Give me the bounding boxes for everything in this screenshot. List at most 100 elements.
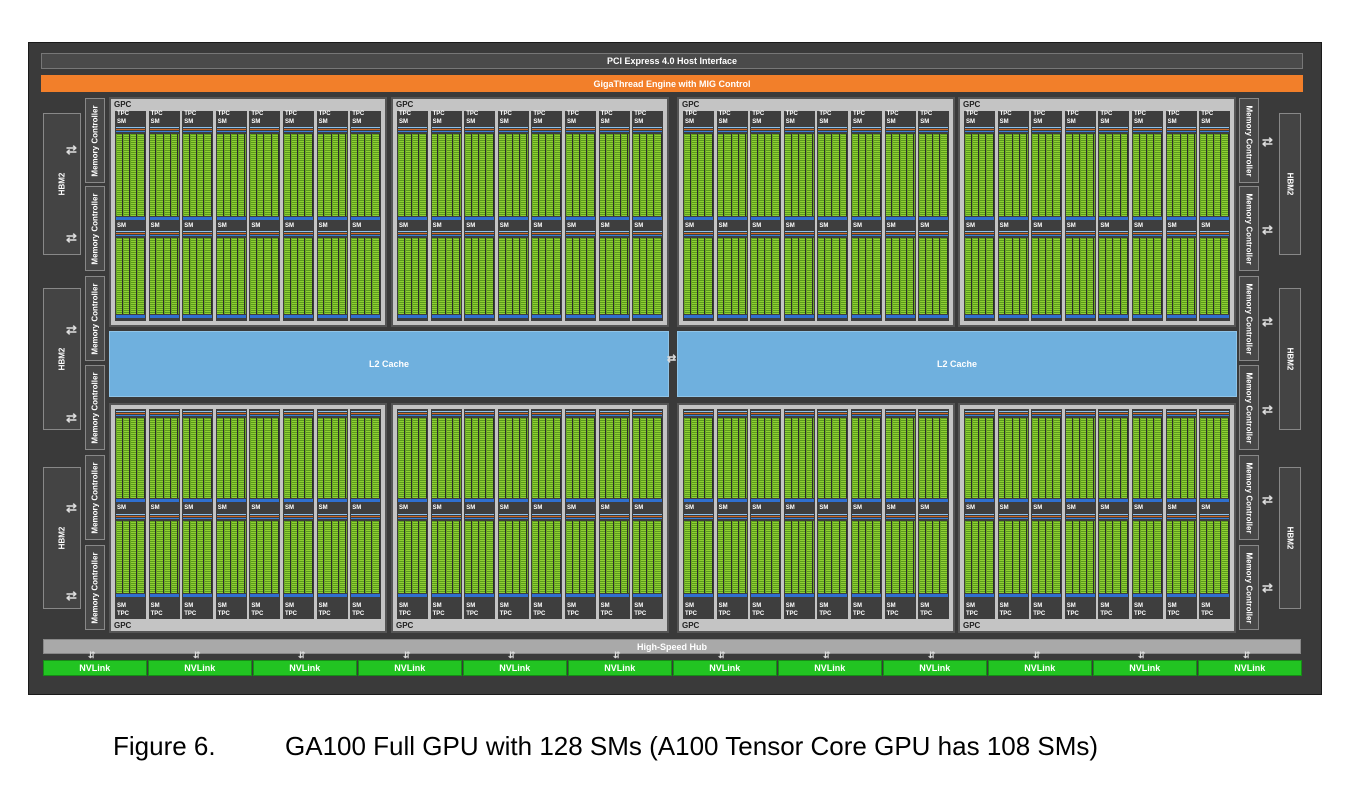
sm-core-divider (492, 521, 494, 593)
sm-stripe (216, 231, 246, 232)
sm-block (918, 230, 949, 320)
sm-l1-stripe (684, 217, 713, 220)
sm-stripe (250, 413, 280, 414)
sm-stripe (818, 127, 848, 128)
sm-core-divider (838, 418, 840, 498)
sm-l1-stripe (250, 315, 280, 318)
sm-core-divider (311, 521, 313, 593)
sm-core-divider (646, 521, 648, 593)
sm-core-divider (1059, 238, 1061, 314)
tpc-label: TPC (819, 611, 832, 617)
sm-core-area (566, 418, 595, 498)
sm-core-divider (646, 418, 648, 498)
sm-stripe (351, 516, 381, 517)
sm-stripe (216, 233, 246, 234)
sm-stripe (998, 231, 1028, 232)
sm-core-divider (169, 238, 171, 314)
sm-block (851, 410, 882, 504)
sm-core-divider (646, 238, 648, 314)
sm-stripe (284, 415, 313, 416)
nvlink-10: NVLink (988, 660, 1092, 676)
sm-block (918, 126, 949, 222)
sm-stripe (398, 127, 427, 128)
sm-stripe (1032, 127, 1062, 128)
sm-label: SM (217, 505, 227, 511)
tpc-label: TPC (533, 111, 546, 117)
sm-core-divider (538, 521, 540, 593)
sm-label: SM (117, 119, 126, 125)
nvlink-label: NVLink (709, 663, 741, 673)
sm-label: SM (685, 223, 694, 229)
sm-stripe (784, 235, 814, 236)
sm-stripe (149, 235, 179, 236)
sm-stripe (998, 413, 1028, 414)
sm-stripe (885, 127, 915, 128)
sm-core-divider (924, 238, 926, 314)
sm-label: SM (600, 223, 610, 229)
sm-core-area (183, 134, 213, 216)
sm-core-area (818, 134, 848, 216)
sm-core-divider (689, 418, 691, 498)
sm-core-divider (188, 134, 190, 216)
sm-core-divider (872, 134, 874, 216)
sm-core-area (250, 521, 280, 593)
tpc-label: TPC (217, 111, 230, 117)
memory-link-right-arrow-icon: ⇄ (1262, 222, 1273, 237)
sm-block (784, 410, 815, 504)
sm-l1-stripe (1032, 217, 1062, 220)
sm-core-divider (425, 238, 427, 314)
sm-core-divider (1220, 134, 1222, 216)
sm-l1-stripe (149, 499, 179, 502)
sm-core-divider (196, 134, 198, 216)
sm-stripe (250, 233, 280, 234)
sm-core-divider (1213, 521, 1215, 593)
tpc-label: TPC (251, 611, 264, 617)
sm-core-divider (723, 521, 725, 593)
sm-l1-stripe (885, 499, 915, 502)
sm-stripe (1099, 411, 1129, 412)
sm-stripe (998, 514, 1028, 515)
sm-stripe (965, 514, 994, 515)
sm-core-divider (1126, 418, 1128, 498)
sm-label: SM (1033, 603, 1043, 609)
sm-stripe (1133, 415, 1162, 416)
sm-core-area (250, 238, 280, 314)
sm-stripe (633, 127, 663, 128)
sm-label: SM (886, 603, 896, 609)
sm-core-divider (824, 418, 826, 498)
sm-core-divider (323, 238, 325, 314)
l2-cache-right-label: L2 Cache (936, 359, 978, 369)
sm-stripe (431, 516, 461, 517)
tpc-block: TPC SM SM (1132, 111, 1163, 321)
tpc-label: TPC (718, 611, 731, 617)
sm-core-divider (812, 134, 814, 216)
sm-core-divider (1018, 238, 1020, 314)
sm-core-area (216, 418, 246, 498)
sm-l1-stripe (818, 217, 848, 220)
sm-stripe (751, 233, 781, 234)
sm-core-divider (1186, 521, 1188, 593)
sm-core-divider (289, 238, 291, 314)
hbm2-right-2-label: HBM2 (1285, 347, 1295, 371)
sm-stripe (1133, 514, 1162, 515)
sm-label: SM (567, 505, 576, 511)
sm-core-divider (970, 238, 972, 314)
sm-block (964, 410, 995, 504)
sm-core-divider (778, 418, 780, 498)
sm-core-area (1166, 521, 1196, 593)
sm-core-divider (143, 418, 145, 498)
sm-core-divider (169, 418, 171, 498)
sm-core-divider (504, 521, 506, 593)
sm-stripe (465, 131, 495, 132)
sm-core-area (1032, 521, 1062, 593)
gpc-label: GPC (396, 621, 414, 630)
memory-controller-left-1: Memory Controller (85, 98, 105, 183)
sm-block (464, 230, 495, 320)
sm-stripe (717, 415, 747, 416)
sm-core-divider (1213, 238, 1215, 314)
sm-core-area (566, 134, 595, 216)
tpc-block: SM SM TPC (1165, 409, 1197, 619)
sm-core-divider (244, 134, 246, 216)
sm-block (350, 410, 381, 504)
sm-core-divider (697, 418, 698, 498)
